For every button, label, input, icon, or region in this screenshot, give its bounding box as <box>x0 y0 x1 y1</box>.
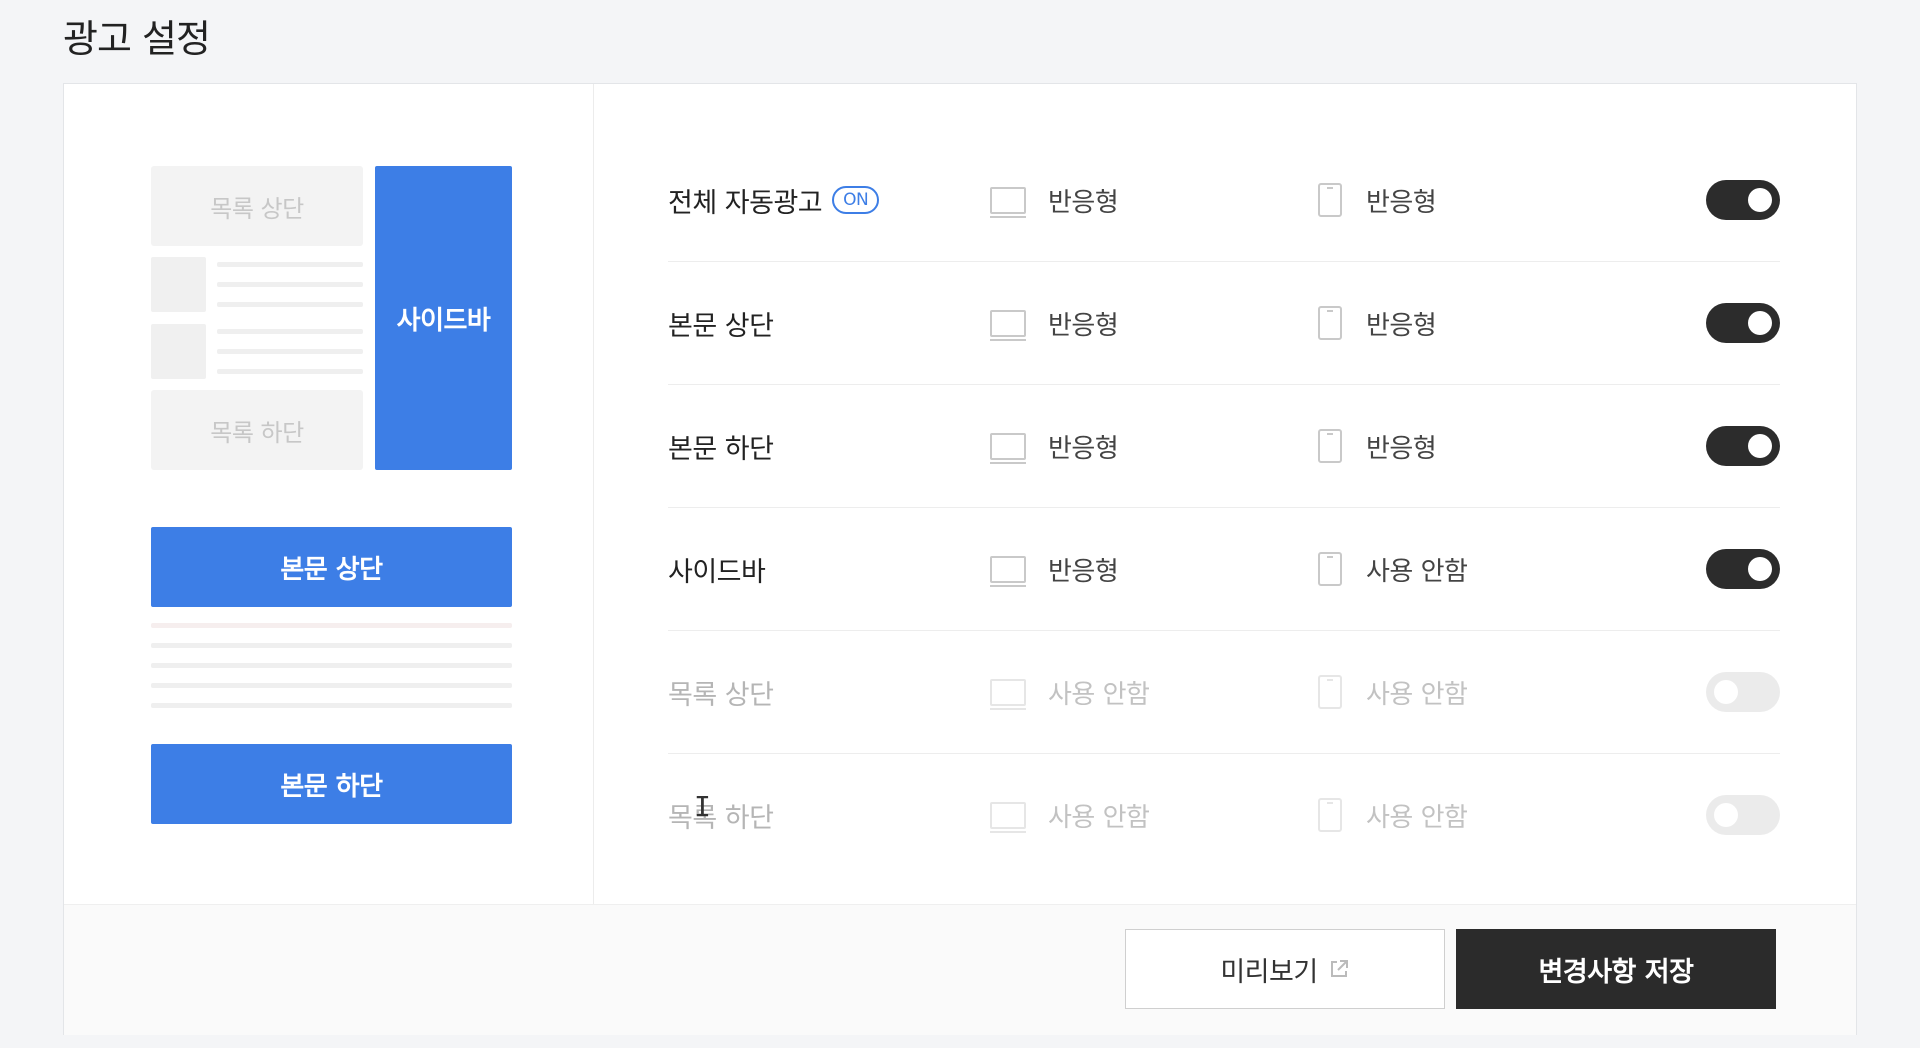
preview-list-bottom: 목록 하단 <box>151 390 363 470</box>
preview-list-top: 목록 상단 <box>151 166 363 246</box>
mobile-setting-value: 사용 안함 <box>1366 556 1468 587</box>
mobile-icon <box>1318 429 1342 463</box>
toggle-switch[interactable] <box>1706 180 1780 220</box>
preview-line <box>217 262 363 267</box>
row-label: 사이드바 <box>668 556 766 588</box>
toggle-switch[interactable] <box>1706 303 1780 343</box>
toggle-knob <box>1714 803 1738 827</box>
row-label: 목록 하단 <box>668 802 774 834</box>
pc-setting-value: 반응형 <box>1048 433 1119 464</box>
preview-body-bottom: 본문 하단 <box>151 744 512 824</box>
desktop-icon <box>990 186 1026 218</box>
preview-line <box>151 703 512 708</box>
toggle-knob <box>1714 680 1738 704</box>
toggle-switch[interactable] <box>1706 426 1780 466</box>
preview-line <box>151 643 512 648</box>
pc-setting-value: 사용 안함 <box>1048 679 1150 710</box>
mobile-icon <box>1318 798 1342 832</box>
ad-row-body-bottom: 본문 하단 반응형 반응형 <box>668 385 1780 508</box>
row-label: 전체 자동광고 ON <box>668 139 880 261</box>
preview-line <box>217 329 363 334</box>
mobile-icon <box>1318 306 1342 340</box>
pc-setting-value: 반응형 <box>1048 556 1119 587</box>
mobile-setting-value: 반응형 <box>1366 310 1437 341</box>
pc-setting[interactable]: 반응형 <box>990 139 1119 261</box>
save-changes-button[interactable]: 변경사항 저장 <box>1456 929 1776 1009</box>
preview-body-top: 본문 상단 <box>151 527 512 607</box>
preview-button-label: 미리보기 <box>1220 956 1318 988</box>
toggle-knob <box>1748 311 1772 335</box>
mobile-setting-value: 사용 안함 <box>1366 802 1468 833</box>
toggle-knob <box>1748 188 1772 212</box>
pc-setting[interactable]: 반응형 <box>990 262 1119 384</box>
page-title: 광고 설정 <box>63 17 211 61</box>
toggle-knob <box>1748 434 1772 458</box>
desktop-icon <box>990 309 1026 341</box>
toggle-switch[interactable] <box>1706 672 1780 712</box>
text-cursor-icon: I <box>694 790 711 823</box>
desktop-icon <box>990 801 1026 833</box>
ad-row-list-top: 목록 상단 사용 안함 사용 안함 <box>668 631 1780 754</box>
mobile-setting-value: 사용 안함 <box>1366 679 1468 710</box>
preview-line <box>151 683 512 688</box>
external-link-icon <box>1330 960 1348 977</box>
mobile-icon <box>1318 183 1342 217</box>
preview-line <box>217 369 363 374</box>
desktop-icon <box>990 678 1026 710</box>
toggle-switch[interactable] <box>1706 549 1780 589</box>
mobile-setting[interactable]: 반응형 <box>1318 262 1437 384</box>
pc-setting[interactable]: 반응형 <box>990 508 1119 630</box>
preview-line <box>151 623 512 628</box>
mobile-icon <box>1318 552 1342 586</box>
preview-sidebar: 사이드바 <box>375 166 512 470</box>
row-label: 목록 상단 <box>668 679 774 711</box>
pc-setting[interactable]: 사용 안함 <box>990 631 1150 753</box>
mobile-icon <box>1318 675 1342 709</box>
preview-thumb <box>151 324 206 379</box>
toggle-knob <box>1748 557 1772 581</box>
layout-preview: 목록 상단 목록 하단 사이드바 본문 상단 본문 하단 <box>64 84 594 904</box>
preview-thumb <box>151 257 206 312</box>
preview-line <box>151 663 512 668</box>
toggle-switch[interactable] <box>1706 795 1780 835</box>
row-label: 본문 상단 <box>668 310 774 342</box>
mobile-setting-value: 반응형 <box>1366 187 1437 218</box>
pc-setting-value: 사용 안함 <box>1048 802 1150 833</box>
on-badge: ON <box>832 186 880 214</box>
mobile-setting[interactable]: 사용 안함 <box>1318 508 1468 630</box>
row-label: 본문 하단 <box>668 433 774 465</box>
mobile-setting[interactable]: 반응형 <box>1318 139 1437 261</box>
pc-setting-value: 반응형 <box>1048 187 1119 218</box>
ad-row-body-top: 본문 상단 반응형 반응형 <box>668 262 1780 385</box>
mobile-setting[interactable]: 사용 안함 <box>1318 631 1468 753</box>
ad-row-list-bottom: 목록 하단 사용 안함 사용 안함 <box>668 754 1780 876</box>
row-label-text: 전체 자동광고 <box>668 187 823 219</box>
desktop-icon <box>990 555 1026 587</box>
ad-row-sidebar: 사이드바 반응형 사용 안함 <box>668 508 1780 631</box>
pc-setting-value: 반응형 <box>1048 310 1119 341</box>
pc-setting[interactable]: 사용 안함 <box>990 754 1150 876</box>
preview-line <box>217 302 363 307</box>
ad-row-auto: 전체 자동광고 ON 반응형 반응형 <box>668 139 1780 262</box>
desktop-icon <box>990 432 1026 464</box>
preview-button[interactable]: 미리보기 <box>1125 929 1445 1009</box>
pc-setting[interactable]: 반응형 <box>990 385 1119 507</box>
mobile-setting[interactable]: 반응형 <box>1318 385 1437 507</box>
preview-line <box>217 349 363 354</box>
mobile-setting-value: 반응형 <box>1366 433 1437 464</box>
mobile-setting[interactable]: 사용 안함 <box>1318 754 1468 876</box>
ad-settings-card: 목록 상단 목록 하단 사이드바 본문 상단 본문 하단 전체 자동광고 ON … <box>63 83 1857 1035</box>
preview-line <box>217 282 363 287</box>
